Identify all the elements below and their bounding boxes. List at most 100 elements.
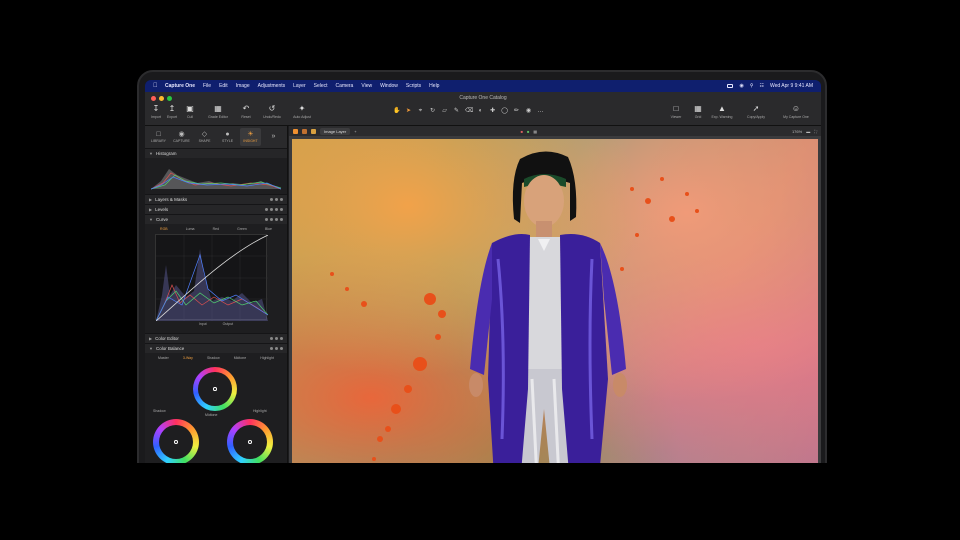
menu-image[interactable]: Image	[236, 83, 250, 89]
highlight-wheel[interactable]	[227, 419, 273, 465]
cb-tab-highlight[interactable]: Highlight	[260, 356, 274, 360]
tab-library[interactable]: □ LIBRARY	[148, 128, 169, 146]
layer-mask-icon[interactable]	[302, 128, 307, 134]
chevron-down-icon: ▼	[149, 151, 153, 156]
insight-icon: ☀	[247, 131, 254, 138]
cull-button[interactable]: ▣ Cull	[179, 104, 201, 119]
zoom-level[interactable]: 176%	[792, 129, 802, 134]
layer-color-icon[interactable]	[293, 128, 298, 134]
menu-file[interactable]: File	[203, 83, 211, 89]
before-icon[interactable]: ■	[521, 129, 523, 134]
after-icon[interactable]: ■	[527, 129, 529, 134]
section-color-editor[interactable]: ▶ Color Editor	[145, 333, 287, 343]
menu-layer[interactable]: Layer	[293, 83, 306, 89]
heal-tool-icon[interactable]: ✚	[489, 108, 496, 115]
undo-icon: ↺	[268, 104, 276, 113]
control-center-icon[interactable]: ☷	[760, 83, 764, 89]
menu-help[interactable]: Help	[429, 83, 439, 89]
section-color-balance[interactable]: ▼ Color Balance	[145, 343, 287, 353]
layer-thumb-icon[interactable]	[311, 128, 316, 134]
midtone-label: Midtone	[205, 413, 218, 417]
shape-icon: ◇	[201, 131, 208, 138]
midtone-wheel[interactable]	[193, 367, 237, 411]
desk-background	[0, 463, 960, 540]
wb-tool-icon[interactable]: ◉	[525, 108, 532, 115]
section-layers[interactable]: ▶ Layers & Masks	[145, 194, 287, 204]
curve-output-label: Output	[222, 322, 234, 326]
library-icon: □	[156, 131, 161, 138]
clock[interactable]: Wed Apr 9 9:41 AM	[770, 83, 813, 89]
section-histogram[interactable]: ▼ Histogram	[145, 148, 287, 158]
viewer-icon: □	[673, 104, 679, 113]
histogram-graph	[151, 169, 281, 190]
more-tools-icon[interactable]: …	[537, 108, 544, 115]
curve-tab-rgb[interactable]: RGB	[160, 227, 168, 231]
pan-tool-icon[interactable]: ✋	[393, 108, 400, 115]
grade-editor-button[interactable]: ▦ Grade Editor	[207, 104, 229, 119]
menu-scripts[interactable]: Scripts	[406, 83, 421, 89]
chevron-right-icon: ▶	[149, 197, 153, 202]
tab-shape[interactable]: ◇ SHAPE	[194, 128, 215, 146]
picker-tool-icon[interactable]: ◯	[501, 108, 508, 115]
style-icon: ●	[225, 131, 230, 138]
layer-dropdown[interactable]: Image Layer	[320, 127, 351, 135]
viewer-button[interactable]: □ Viewer	[665, 104, 687, 119]
account-icon: ☺	[791, 104, 801, 113]
curve-tab-red[interactable]: Red	[213, 227, 219, 231]
screen:  Capture One File Edit Image Adjustment…	[145, 80, 821, 525]
auto-adjust-icon: ✦	[298, 104, 306, 113]
menu-window[interactable]: Window	[380, 83, 398, 89]
curve-graph[interactable]	[155, 234, 268, 321]
cb-tab-shadow[interactable]: Shadow	[207, 356, 220, 360]
menu-select[interactable]: Select	[314, 83, 328, 89]
undo-redo-button[interactable]: ↺ Undo/Redo	[261, 104, 283, 119]
gradient-tool-icon[interactable]: ◐	[477, 108, 484, 115]
tab-style[interactable]: ● STYLE	[217, 128, 238, 146]
section-curve[interactable]: ▼ Curve	[145, 214, 287, 224]
eraser-tool-icon[interactable]: ⌫	[465, 108, 473, 115]
keystone-tool-icon[interactable]: ▱	[441, 108, 448, 115]
brush-tool-icon[interactable]: ✎	[453, 108, 460, 115]
cb-tab-master[interactable]: Master	[158, 356, 169, 360]
apple-icon[interactable]: 	[153, 83, 158, 89]
stage:  Capture One File Edit Image Adjustment…	[0, 0, 960, 540]
tab-insight[interactable]: ☀ INSIGHT	[240, 128, 261, 146]
rotate-tool-icon[interactable]: ↻	[429, 108, 436, 115]
menu-edit[interactable]: Edit	[219, 83, 228, 89]
annotate-tool-icon[interactable]: ✏	[513, 108, 520, 115]
section-levels[interactable]: ▶ Levels	[145, 204, 287, 214]
battery-icon[interactable]	[727, 84, 734, 88]
menu-adjustments[interactable]: Adjustments	[258, 83, 286, 89]
add-layer-icon[interactable]: +	[354, 129, 356, 134]
crop-tool-icon[interactable]: ⌖	[417, 108, 424, 115]
compare-icon[interactable]: ▦	[533, 129, 537, 134]
chevron-down-icon: ▼	[149, 217, 153, 222]
menu-app[interactable]: Capture One	[165, 83, 195, 89]
menu-view[interactable]: View	[361, 83, 372, 89]
exposure-warning-button[interactable]: ▲ Exp. Warning	[711, 104, 733, 119]
menu-camera[interactable]: Camera	[336, 83, 354, 89]
color-balance-panel: Master 3-Way Shadow Midtone Highlight Mi…	[145, 353, 287, 473]
curve-tab-blue[interactable]: Blue	[265, 227, 272, 231]
shadow-wheel[interactable]	[153, 419, 199, 465]
cb-tab-midtone[interactable]: Midtone	[234, 356, 246, 360]
wifi-icon[interactable]: ◉	[739, 83, 743, 89]
toolbar: Capture One Catalog ↧ Import ↥ Export ▣ …	[145, 92, 821, 132]
grid-view-icon: ▦	[694, 104, 702, 113]
search-icon[interactable]: ⚲	[750, 83, 754, 89]
tab-capture[interactable]: ◉ CAPTURE	[171, 128, 192, 146]
cb-tab-3way[interactable]: 3-Way	[183, 356, 193, 360]
reset-button[interactable]: ↶ Reset	[235, 104, 257, 119]
grid-button[interactable]: ▦ Grid	[687, 104, 709, 119]
curve-tab-green[interactable]: Green	[237, 227, 247, 231]
copy-apply-button[interactable]: ➚ Copy/Apply	[745, 104, 767, 119]
select-tool-icon[interactable]: ➤	[405, 108, 412, 115]
auto-adjust-button[interactable]: ✦ Auto Adjust	[291, 104, 313, 119]
curve-tab-luma[interactable]: Luma	[186, 227, 195, 231]
fit-icon[interactable]: ⛶	[814, 129, 817, 134]
my-capture-one-button[interactable]: ☺ My Capture One	[783, 104, 809, 119]
photo-canvas[interactable]	[292, 139, 818, 509]
warning-icon: ▲	[718, 104, 726, 113]
zoom-slider-icon[interactable]: ▬	[806, 129, 810, 134]
more-tabs-button[interactable]: »	[263, 128, 284, 146]
